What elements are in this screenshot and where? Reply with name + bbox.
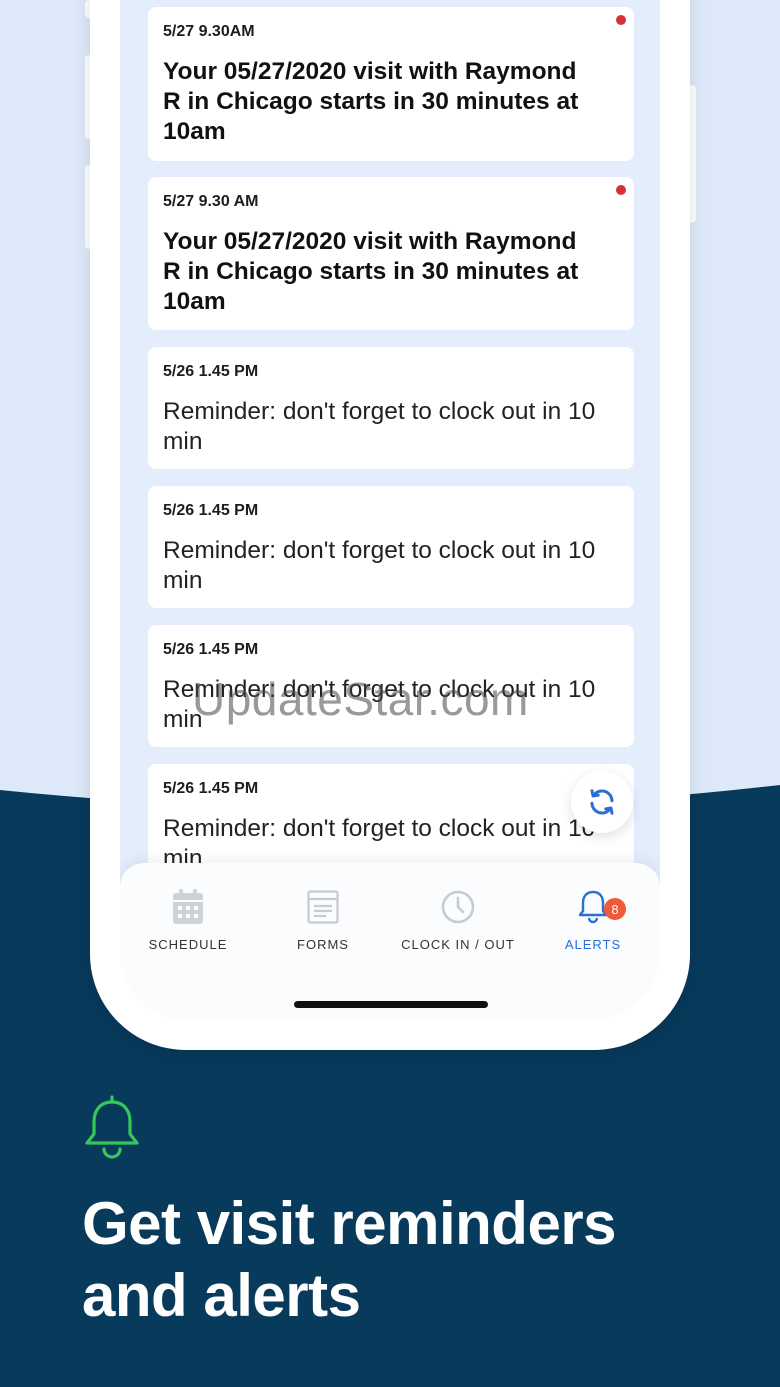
forms-icon — [307, 890, 339, 924]
alerts-badge: 8 — [604, 898, 626, 920]
calendar-icon — [173, 889, 203, 924]
alert-message: Reminder: don't forget to clock out in 1… — [163, 537, 596, 594]
alert-card[interactable]: 5/26 1.45 PM Reminder: don't forget to c… — [148, 486, 634, 608]
bottom-tab-bar: SCHEDULE FORMS CLOCK IN / OUT 8 ALERTS — [120, 863, 660, 1020]
promo-headline: Get visit reminders and alerts — [82, 1190, 617, 1329]
bell-outline-icon — [82, 1094, 142, 1165]
alert-time: 5/26 1.45 PM — [163, 780, 259, 797]
tab-clock-in-out[interactable]: CLOCK IN / OUT — [393, 887, 523, 952]
tab-label: SCHEDULE — [148, 937, 228, 952]
alert-card[interactable]: 5/27 9.30 AM Your 05/27/2020 visit with … — [148, 177, 634, 330]
alert-time: 5/27 9.30 AM — [163, 193, 259, 210]
home-indicator — [294, 1001, 488, 1008]
phone-screen: 5/27 9.30AM Your 05/27/2020 visit with R… — [120, 0, 660, 1020]
tab-schedule[interactable]: SCHEDULE — [123, 887, 253, 952]
alert-message: Your 05/27/2020 visit with Raymond R in … — [163, 228, 579, 315]
clock-icon — [441, 890, 475, 924]
alert-message: Reminder: don't forget to clock out in 1… — [163, 398, 596, 455]
alert-message: Your 05/27/2020 visit with Raymond R in … — [163, 58, 579, 145]
tab-label: CLOCK IN / OUT — [401, 937, 515, 952]
tab-label: ALERTS — [564, 937, 622, 952]
tab-forms[interactable]: FORMS — [258, 887, 388, 952]
refresh-icon — [590, 789, 614, 815]
alert-card[interactable]: 5/26 1.45 PM Reminder: don't forget to c… — [148, 347, 634, 469]
alert-card[interactable]: 5/27 9.30AM Your 05/27/2020 visit with R… — [148, 7, 634, 161]
alert-time: 5/27 9.30AM — [163, 23, 255, 40]
unread-dot — [616, 15, 626, 25]
alert-time: 5/26 1.45 PM — [163, 641, 259, 658]
watermark: UpdateStar.com — [192, 673, 529, 725]
alert-time: 5/26 1.45 PM — [163, 363, 259, 380]
tab-label: FORMS — [297, 937, 349, 952]
alert-time: 5/26 1.45 PM — [163, 502, 259, 519]
refresh-button[interactable] — [571, 771, 633, 833]
unread-dot — [616, 185, 626, 195]
tab-alerts[interactable]: 8 ALERTS — [528, 887, 658, 952]
